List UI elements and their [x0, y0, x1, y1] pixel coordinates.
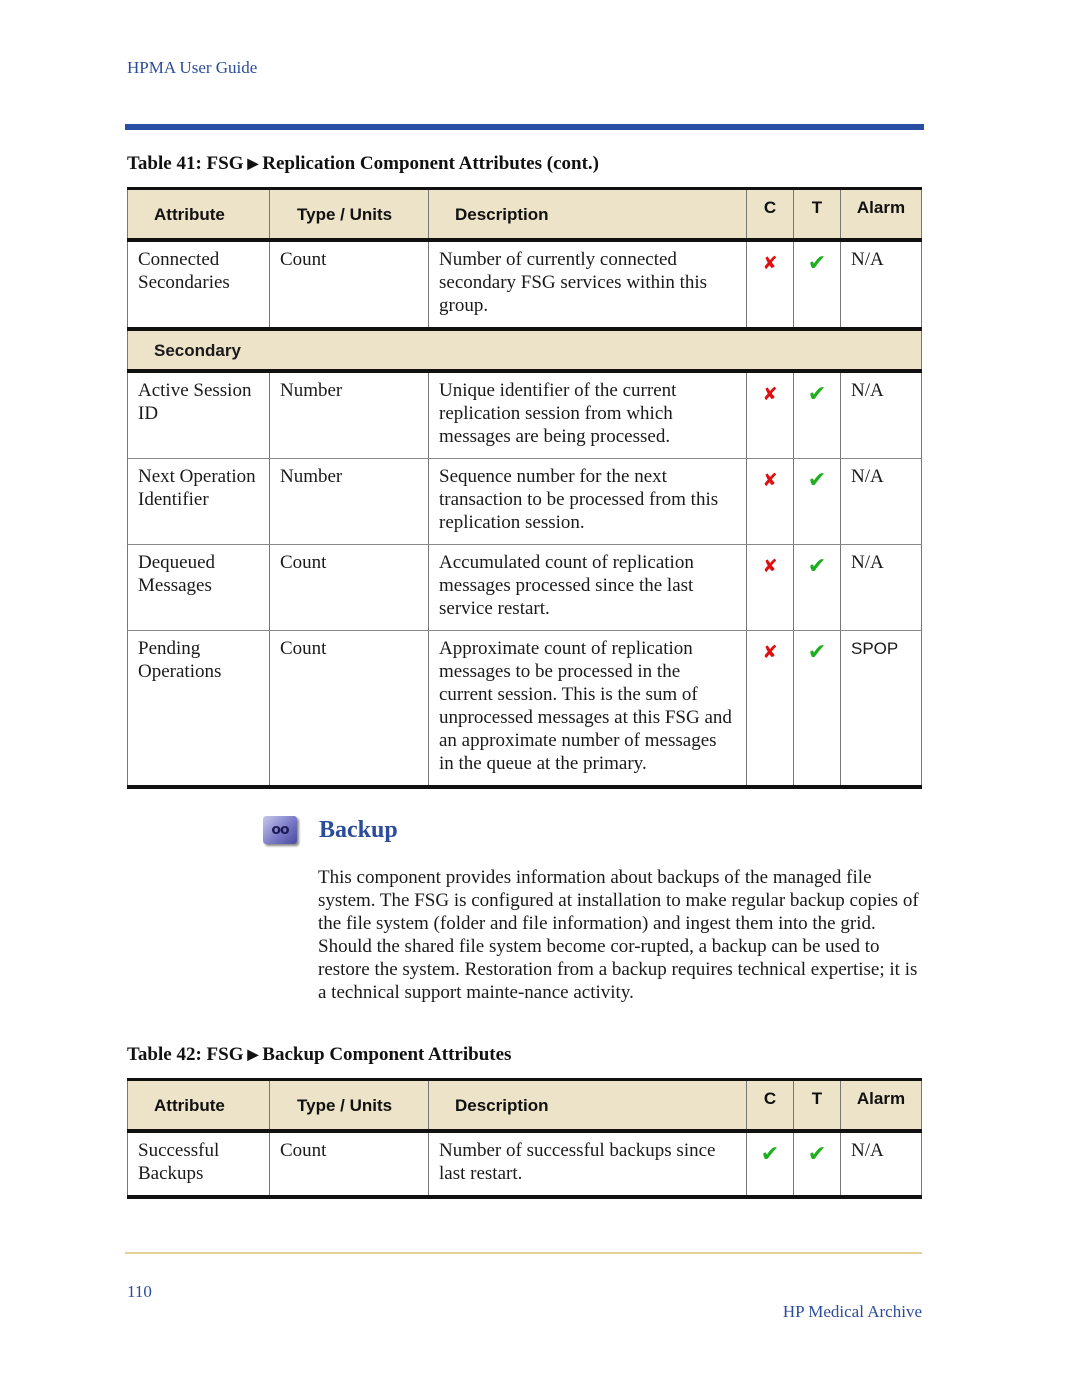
table-row: Active Session ID Number Unique identifier…	[127, 371, 922, 459]
column-header-type: Type / Units	[269, 1078, 429, 1133]
cell-description: Unique identifier of the current replica…	[428, 371, 747, 459]
table-41-caption: Table 41: FSG ▶ Replication Component Attr…	[127, 153, 599, 175]
cell-type: Number	[269, 371, 429, 459]
check-icon: ✔	[807, 251, 827, 276]
cross-icon: ✘	[762, 253, 778, 274]
header-rule	[125, 124, 924, 130]
column-header-t: T	[793, 187, 841, 242]
table-row: Successful Backups Count Number of success…	[127, 1131, 922, 1199]
column-header-c: C	[746, 1078, 794, 1133]
cell-attribute: Dequeued Messages	[127, 544, 270, 631]
cell-alarm: N/A	[840, 1131, 922, 1199]
cell-type: Count	[269, 544, 429, 631]
caption-arrow-icon: ▶	[247, 1048, 259, 1063]
backup-section-heading: oo Backup	[263, 816, 398, 844]
table-42-caption: Table 42: FSG ▶ Backup Component Attribute…	[127, 1044, 511, 1066]
column-header-type: Type / Units	[269, 187, 429, 242]
running-head: HPMA User Guide	[127, 58, 258, 77]
cell-c: ✘	[746, 544, 794, 631]
cell-c: ✘	[746, 371, 794, 459]
column-header-alarm: Alarm	[840, 1078, 922, 1133]
check-icon: ✔	[807, 468, 827, 493]
caption-suffix: Replication Component Attributes (cont.)	[262, 153, 599, 174]
cell-type: Count	[269, 240, 429, 330]
table-row: Next Operation Identifier Number Sequence …	[127, 458, 922, 545]
column-header-alarm: Alarm	[840, 187, 922, 242]
cell-t: ✔	[793, 630, 841, 789]
page-number: 110	[127, 1282, 152, 1301]
column-header-attribute: Attribute	[127, 187, 270, 242]
check-icon: ✔	[807, 1142, 827, 1167]
backup-description: This component provides information abou…	[318, 867, 919, 1003]
cell-alarm: N/A	[840, 240, 922, 330]
cell-c: ✔	[746, 1131, 794, 1199]
footer-rule	[125, 1252, 922, 1254]
table-header-row: Attribute Type / Units Description C T A…	[127, 187, 922, 242]
caption-prefix: Table 41: FSG	[127, 153, 244, 174]
cell-t: ✔	[793, 1131, 841, 1199]
cell-type: Number	[269, 458, 429, 545]
cell-description: Number of currently connected secondary …	[428, 240, 747, 330]
column-header-attribute: Attribute	[127, 1078, 270, 1133]
column-header-t: T	[793, 1078, 841, 1133]
backup-tape-icon: oo	[263, 816, 297, 844]
cell-alarm: N/A	[840, 458, 922, 545]
column-header-description: Description	[428, 1078, 747, 1133]
cell-t: ✔	[793, 240, 841, 330]
cell-attribute: Successful Backups	[127, 1131, 270, 1199]
cross-icon: ✘	[762, 384, 778, 405]
cell-type: Count	[269, 630, 429, 789]
cell-attribute: Connected Secondaries	[127, 240, 270, 330]
table-row: Pending Operations Count Approximate count…	[127, 630, 922, 789]
cell-attribute: Pending Operations	[127, 630, 270, 789]
cell-c: ✘	[746, 240, 794, 330]
check-icon: ✔	[807, 554, 827, 579]
cell-description: Accumulated count of replication message…	[428, 544, 747, 631]
cell-alarm: N/A	[840, 544, 922, 631]
cell-description: Approximate count of replication message…	[428, 630, 747, 789]
column-header-c: C	[746, 187, 794, 242]
cell-alarm: SPOP	[840, 630, 922, 789]
footer-title: HP Medical Archive	[782, 1302, 922, 1321]
cell-description: Sequence number for the next transaction…	[428, 458, 747, 545]
cross-icon: ✘	[762, 470, 778, 491]
table-row: Dequeued Messages Count Accumulated count …	[127, 544, 922, 631]
check-icon: ✔	[807, 640, 827, 665]
cross-icon: ✘	[762, 556, 778, 577]
check-icon: ✔	[760, 1142, 780, 1167]
cell-c: ✘	[746, 458, 794, 545]
table-row: Connected Secondaries Count Number of curr…	[127, 240, 922, 330]
table-42: Attribute Type / Units Description C T A…	[127, 1078, 922, 1199]
cell-description: Number of successful backups since last …	[428, 1131, 747, 1199]
section-label: Secondary	[127, 327, 922, 373]
caption-suffix: Backup Component Attributes	[262, 1044, 512, 1065]
cell-type: Count	[269, 1131, 429, 1199]
cell-t: ✔	[793, 371, 841, 459]
cell-t: ✔	[793, 458, 841, 545]
section-row-secondary: Secondary	[127, 327, 922, 373]
cell-alarm: N/A	[840, 371, 922, 459]
table-header-row: Attribute Type / Units Description C T A…	[127, 1078, 922, 1133]
table-41: Attribute Type / Units Description C T A…	[127, 187, 922, 789]
cell-c: ✘	[746, 630, 794, 789]
cell-attribute: Next Operation Identifier	[127, 458, 270, 545]
caption-arrow-icon: ▶	[247, 157, 259, 172]
check-icon: ✔	[807, 382, 827, 407]
caption-prefix: Table 42: FSG	[127, 1044, 244, 1065]
cell-t: ✔	[793, 544, 841, 631]
cell-attribute: Active Session ID	[127, 371, 270, 459]
column-header-description: Description	[428, 187, 747, 242]
section-title: Backup	[319, 816, 398, 843]
cross-icon: ✘	[762, 642, 778, 663]
